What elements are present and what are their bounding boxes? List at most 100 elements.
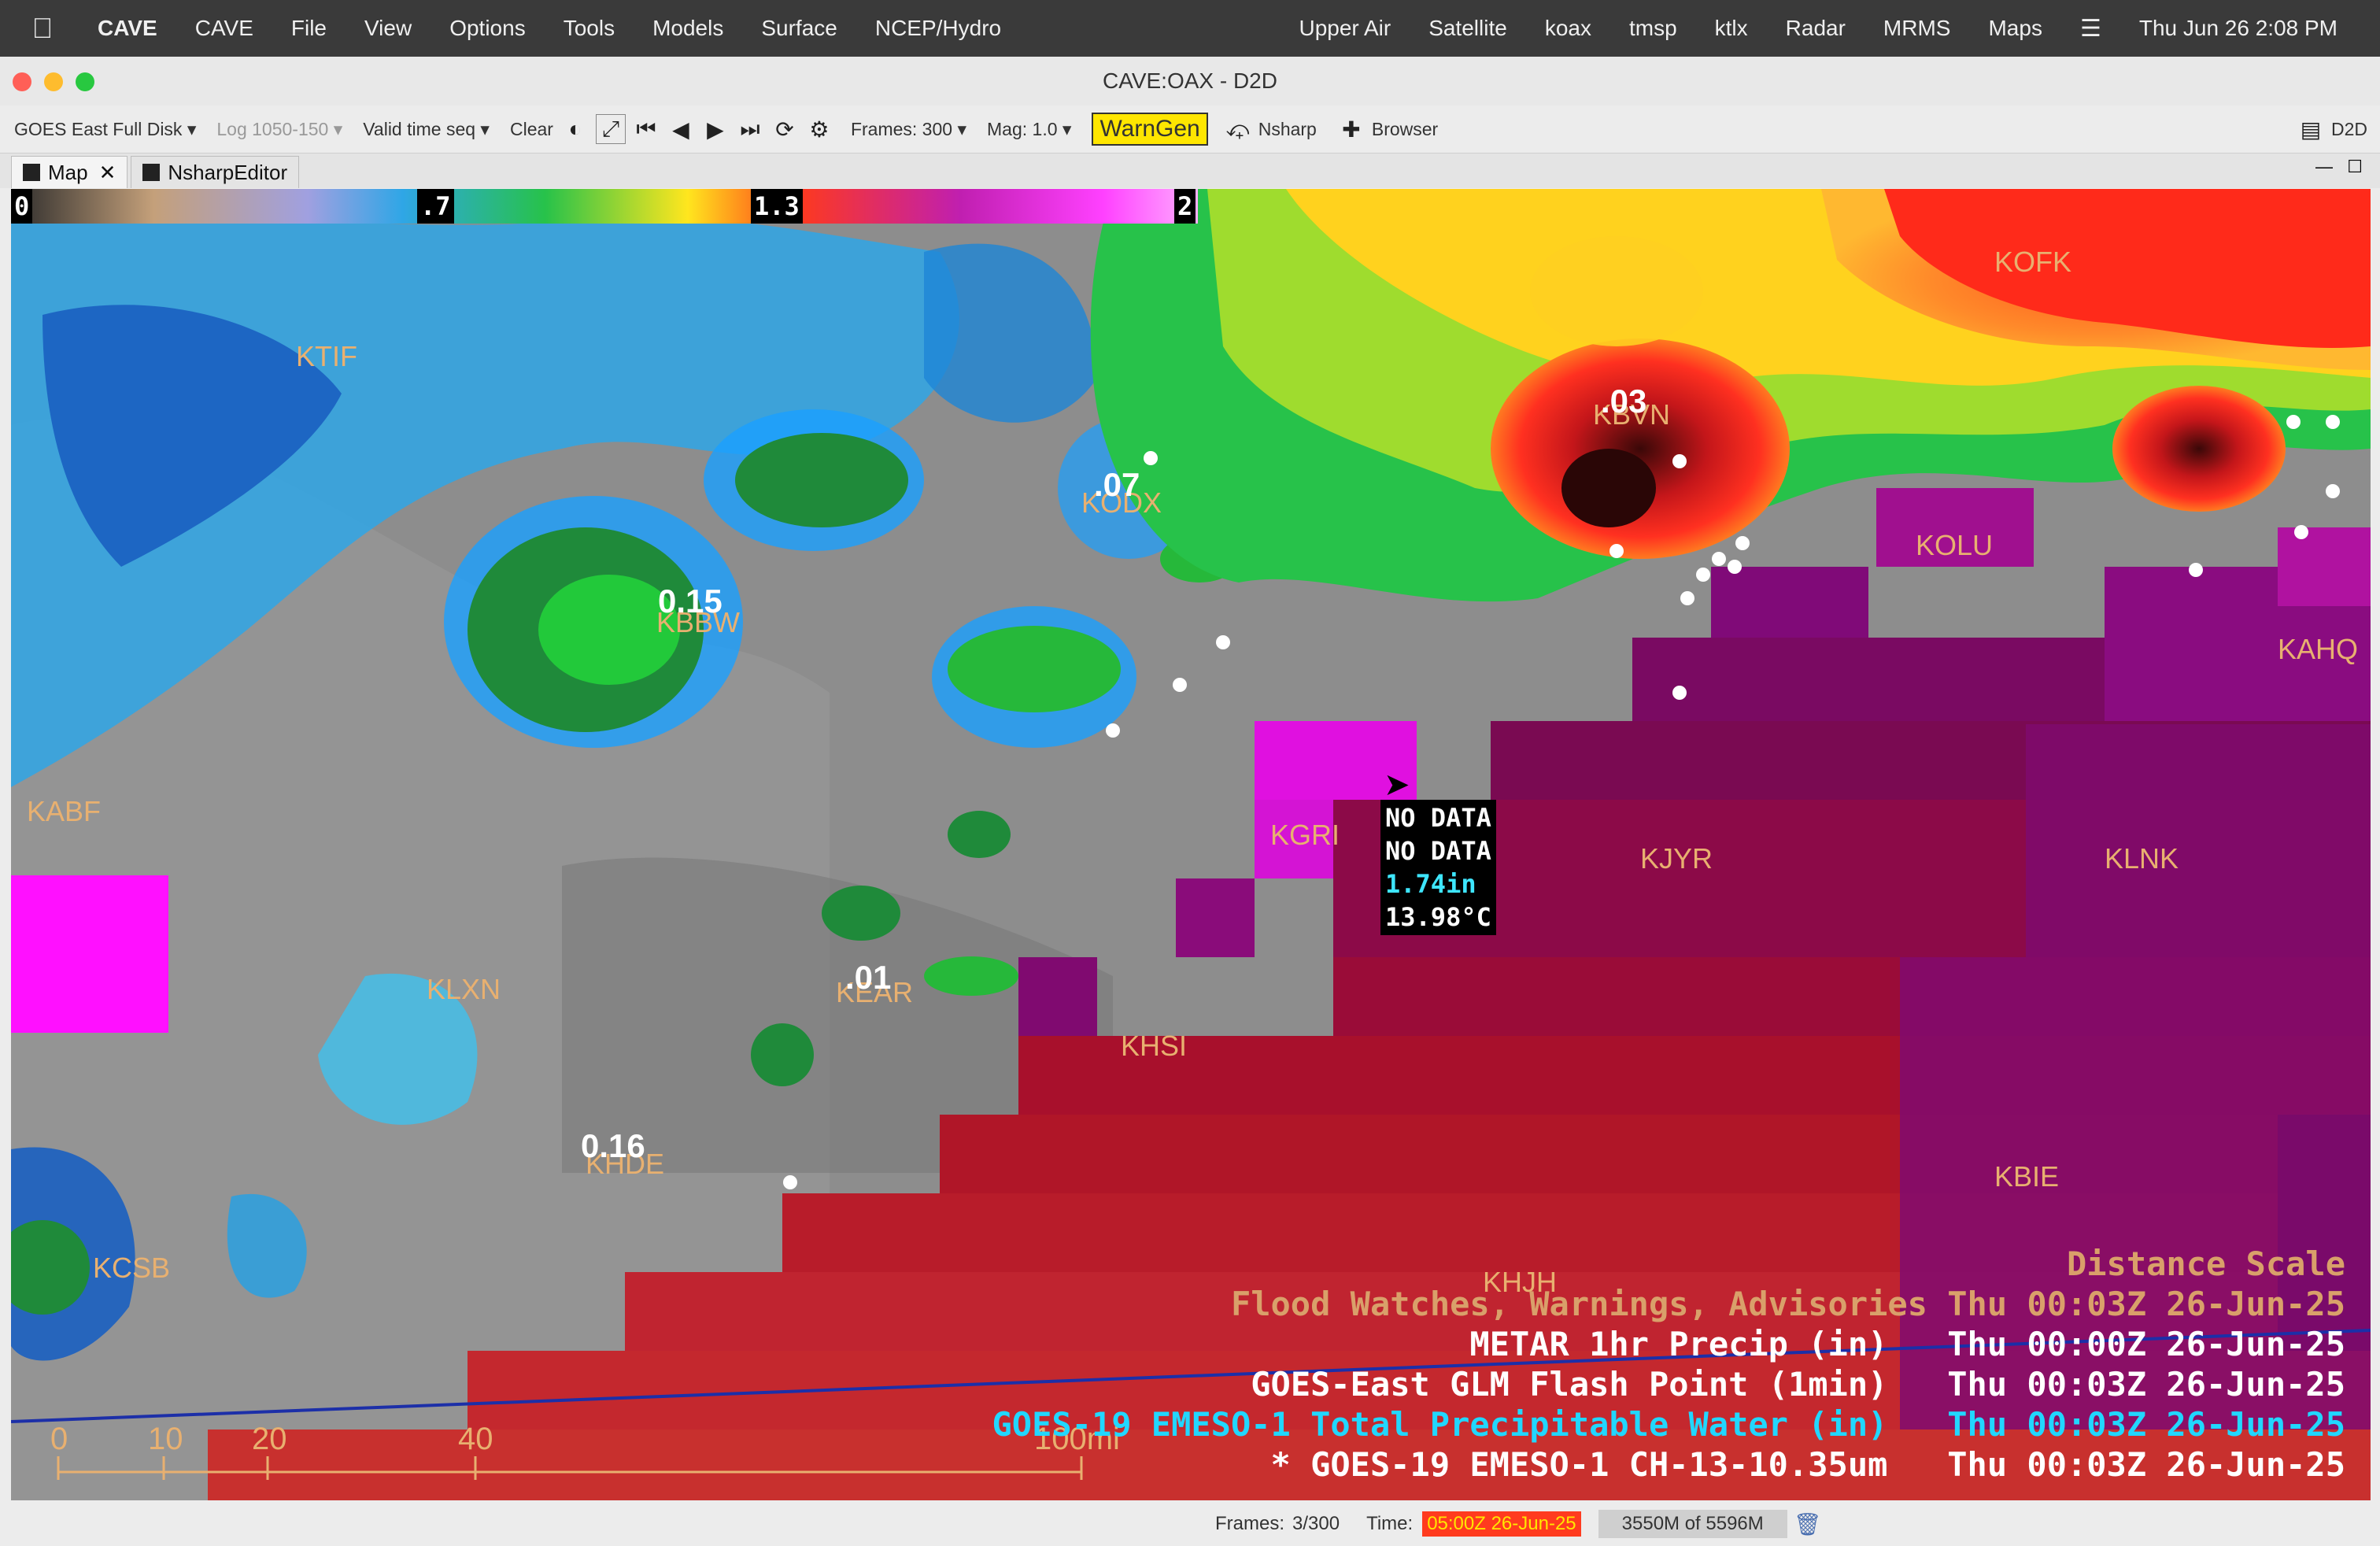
legend-tpw[interactable]: GOES-19 EMESO-1 Total Precipitable Water… [992,1404,2345,1444]
close-window-button[interactable] [13,72,31,91]
menu-tools[interactable]: Tools [564,16,615,41]
menu-bar:  CAVE CAVE File View Options Tools Mode… [0,0,2380,57]
step-forward-icon[interactable]: ▶ [701,115,730,143]
perspective-d2d[interactable]: D2D [2331,119,2367,140]
status-frames-label: Frames: [1215,1513,1285,1534]
status-frames-value: 3/300 [1292,1513,1340,1534]
legend-distance-scale[interactable]: Distance Scale [992,1244,2345,1284]
station-kgri: KGRI [1270,819,1340,851]
status-time-value: 05:00Z 26-Jun-25 [1422,1511,1581,1537]
scale-tick-0: 0 [50,1422,68,1456]
minimize-pane-icon[interactable]: — [2315,157,2333,177]
menu-app-name[interactable]: CAVE [98,16,157,41]
colorbar-label-07: .7 [417,189,454,224]
menu-models[interactable]: Models [652,16,723,41]
clear-button[interactable]: Clear [510,119,553,140]
maximize-pane-icon[interactable]: ☐ [2347,157,2363,177]
station-kahq: KAHQ [2278,633,2359,665]
tab-nsharp-label: NsharpEditor [168,160,288,184]
tab-map[interactable]: Map ✕ [11,156,128,188]
settings-gear-icon[interactable]: ⚙ [805,115,833,143]
menu-file[interactable]: File [291,16,327,41]
readout-tpw: 1.74in [1385,869,1476,899]
menu-ncep-hydro[interactable]: NCEP/Hydro [875,16,1001,41]
station-kcsb: KCSB [93,1252,171,1284]
menu-koax[interactable]: koax [1545,16,1591,41]
readout-temperature: 13.98°C [1385,902,1491,932]
menu-maps[interactable]: Maps [1988,16,2042,41]
map-tab-icon [23,164,40,181]
station-kbie: KBIE [1994,1160,2060,1193]
scale-tick-10: 10 [148,1422,183,1456]
close-tab-icon[interactable]: ✕ [99,161,116,185]
colorbar-gradient [11,189,1198,224]
browser-plus-icon[interactable]: ✚ [1337,115,1366,143]
precip-value-kear: .01 [845,959,892,996]
colorbar-label-0: 0 [11,189,33,224]
precip-value-kodx: .07 [1094,466,1140,503]
frames-dropdown[interactable]: Frames: 300 ▾ [851,119,966,140]
step-back-icon[interactable]: ◀ [667,115,695,143]
sample-readout: NO DATA NO DATA 1.74in 13.98°C [1380,800,1496,935]
menu-ktlx[interactable]: ktlx [1715,16,1748,41]
colorbar-label-2: 2 [1174,189,1196,224]
nsharp-icon[interactable]: ⤽ [1224,115,1252,143]
map-display[interactable]: KTIF KOFK KBVN KODX KBBW KOLU KAHQ KGRI … [11,189,2371,1500]
menu-satellite[interactable]: Satellite [1428,16,1507,41]
minimize-window-button[interactable] [44,72,63,91]
log-dropdown[interactable]: Log 1050-150 ▾ [216,119,342,140]
last-frame-icon[interactable]: ⏭ [736,115,764,143]
colorbar: 0 .7 1.3 2 [11,189,1198,224]
valid-time-dropdown[interactable]: Valid time seq ▾ [363,119,490,140]
first-frame-icon[interactable]: ⏮ [632,115,660,143]
precip-value-kbbw: 0.15 [658,583,722,620]
menu-view[interactable]: View [364,16,412,41]
mag-dropdown[interactable]: Mag: 1.0 ▾ [987,119,1071,140]
menu-tmsp[interactable]: tmsp [1629,16,1677,41]
mouse-cursor-icon: ➤ [1384,767,1410,802]
tab-map-label: Map [48,160,88,184]
apple-menu-icon[interactable]:  [27,12,58,44]
legend-ch13[interactable]: * GOES-19 EMESO-1 CH-13-10.35um Thu 00:0… [992,1444,2345,1485]
title-bar: CAVE:OAX - D2D [0,57,2380,105]
menu-radar[interactable]: Radar [1786,16,1846,41]
source-dropdown[interactable]: GOES East Full Disk ▾ [14,119,196,140]
loop-icon[interactable]: ⟳ [771,115,799,143]
zoom-window-button[interactable] [76,72,94,91]
zoom-fit-icon[interactable]: ⤢ [595,114,626,144]
station-kolu: KOLU [1916,529,1994,561]
browser-button[interactable]: Browser [1372,119,1438,140]
legend-flood[interactable]: Flood Watches, Warnings, Advisories Thu … [992,1284,2345,1324]
nsharp-button[interactable]: Nsharp [1258,119,1317,140]
menu-options[interactable]: Options [449,16,526,41]
scale-tick-40: 40 [458,1422,493,1456]
nsharp-tab-icon [142,164,161,181]
legend-glm[interactable]: GOES-East GLM Flash Point (1min) Thu 00:… [992,1364,2345,1404]
window-title: CAVE:OAX - D2D [1103,68,1277,93]
legend-metar[interactable]: METAR 1hr Precip (in) Thu 00:00Z 26-Jun-… [992,1324,2345,1364]
contrast-icon[interactable]: ◐ [561,115,589,143]
tab-nsharp-editor[interactable]: NsharpEditor [131,156,300,188]
menu-mrms[interactable]: MRMS [1883,16,1951,41]
status-time-label: Time: [1366,1513,1414,1534]
menu-clock[interactable]: Thu Jun 26 2:08 PM [2139,16,2338,41]
control-center-icon[interactable]: ☰ [2080,15,2101,43]
readout-line-1: NO DATA [1385,803,1491,833]
station-klxn: KLXN [427,973,501,1005]
colorbar-label-13: 1.3 [751,189,803,224]
station-khsi: KHSI [1121,1030,1188,1062]
station-ktif: KTIF [296,340,357,372]
menu-upper-air[interactable]: Upper Air [1299,16,1391,41]
warngen-button[interactable]: WarnGen [1092,113,1208,146]
product-legend[interactable]: Distance Scale Flood Watches, Warnings, … [992,1244,2345,1485]
perspective-icon[interactable]: ▤ [2297,115,2325,143]
status-bar: Frames: 3/300 Time: 05:00Z 26-Jun-25 355… [0,1502,2380,1546]
toolbar: GOES East Full Disk ▾ Log 1050-150 ▾ Val… [0,105,2380,153]
menu-cave[interactable]: CAVE [195,16,253,41]
station-klnk: KLNK [2105,842,2179,875]
station-kofk: KOFK [1994,246,2072,278]
scale-tick-20: 20 [252,1422,287,1456]
trash-icon[interactable]: 🗑 [1794,1511,1822,1537]
menu-surface[interactable]: Surface [761,16,837,41]
editor-tab-bar: Map ✕ NsharpEditor — ☐ [0,153,2380,188]
